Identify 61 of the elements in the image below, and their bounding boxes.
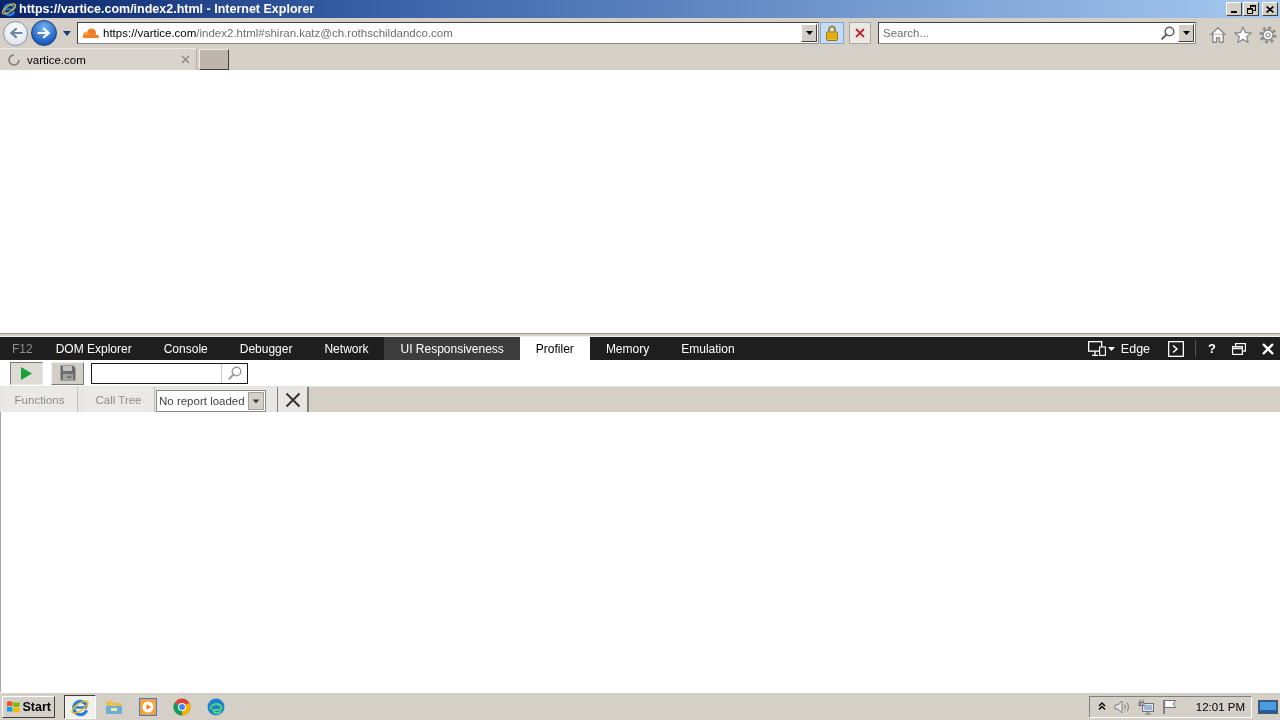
search-dropdown-button[interactable]: [1178, 24, 1194, 42]
start-button[interactable]: Start: [2, 695, 55, 718]
window-title: https://vartice.com/index2.html - Internet Explorer: [19, 2, 316, 16]
restore-icon[interactable]: [1232, 342, 1246, 355]
close-icon: [1266, 5, 1274, 13]
document-mode-button[interactable]: Edge: [1087, 341, 1151, 356]
address-dropdown-button[interactable]: [801, 24, 817, 42]
caret-icon: [1182, 31, 1190, 35]
caret-icon[interactable]: [63, 30, 71, 36]
search-input[interactable]: Search...: [879, 23, 1157, 43]
clear-button[interactable]: [277, 387, 309, 412]
play-tile-icon[interactable]: [139, 697, 157, 716]
restore-icon: [1246, 4, 1256, 14]
x-icon: [855, 28, 865, 38]
taskbar-button[interactable]: [64, 694, 96, 719]
clock[interactable]: 12:01 PM: [1195, 700, 1245, 713]
browser-tab[interactable]: vartice.com: [0, 48, 197, 70]
console-icon[interactable]: [1168, 340, 1185, 357]
devtools-tab[interactable]: UI Responsiveness: [384, 337, 520, 360]
address-field[interactable]: https://vartice.com/index2.html#shiran.katz@ch.rothschildandco.com: [77, 22, 819, 44]
wave-logo-icon[interactable]: [207, 697, 225, 716]
network-icon[interactable]: [1137, 698, 1154, 715]
minimize-icon: [1231, 10, 1237, 13]
browser-logo-icon: [1, 1, 17, 17]
search-field[interactable]: Search...: [878, 22, 1196, 44]
restore-button[interactable]: [1243, 2, 1259, 16]
home-icon[interactable]: [1209, 26, 1227, 44]
settings-icon[interactable]: [1259, 26, 1277, 44]
windows-flag-icon: [6, 699, 21, 714]
back-button[interactable]: [3, 20, 28, 46]
star-icon[interactable]: [1234, 26, 1252, 44]
devtools-label: F12: [11, 340, 34, 358]
left-arrow-icon: [8, 27, 23, 39]
search-icon[interactable]: [1161, 26, 1175, 40]
help-button[interactable]: ?: [1208, 341, 1216, 356]
monitor-icon[interactable]: [1258, 699, 1278, 714]
minimize-button[interactable]: [1226, 2, 1242, 16]
x-icon: [284, 391, 301, 408]
padlock-icon: [826, 25, 838, 41]
start-profiling-button[interactable]: [10, 361, 43, 385]
search-field[interactable]: [91, 362, 248, 384]
play-icon: [21, 366, 32, 380]
url-text: https://vartice.com/index2.html#shiran.katz@ch.rothschildandco.com: [103, 27, 454, 39]
search-icon[interactable]: [227, 366, 242, 380]
caret-icon: [805, 31, 813, 35]
devices-icon: [1087, 341, 1106, 356]
devtools-tab[interactable]: Profiler: [519, 337, 590, 360]
caret-icon: [1107, 346, 1115, 351]
close-button[interactable]: [1262, 2, 1278, 16]
up-chevron-icon[interactable]: [1097, 702, 1106, 711]
cloud-icon: [81, 28, 99, 38]
flag-icon[interactable]: [1161, 698, 1178, 715]
tricolor-circle-icon[interactable]: [173, 697, 191, 716]
right-arrow-icon: [37, 27, 51, 39]
speaker-icon[interactable]: [1113, 699, 1130, 714]
forward-button[interactable]: [31, 20, 57, 46]
report-dropdown[interactable]: No report loaded: [156, 390, 266, 412]
stop-button[interactable]: [849, 22, 871, 44]
new-tab-button[interactable]: [199, 49, 229, 70]
save-button[interactable]: [51, 361, 84, 385]
caret-icon: [248, 392, 264, 410]
